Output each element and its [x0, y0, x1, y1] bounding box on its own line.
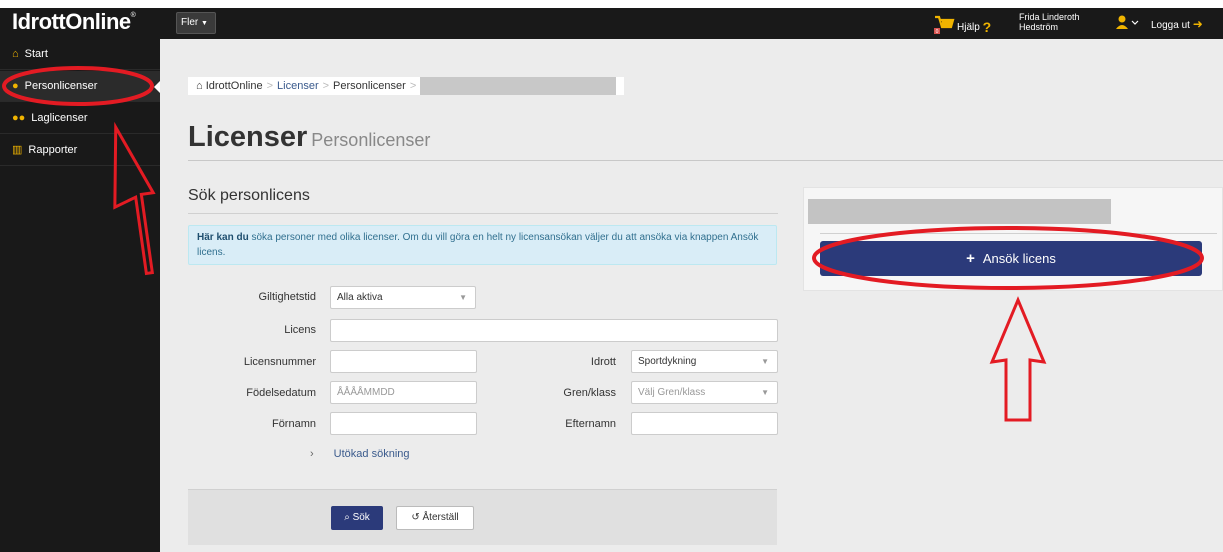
sidebar-item-personlicenser[interactable]: ● Personlicenser [0, 71, 160, 102]
sidebar-item-rapporter[interactable]: ▥ Rapporter [0, 135, 160, 166]
cart-icon[interactable]: 0 [933, 14, 955, 35]
chart-icon: ▥ [12, 144, 23, 156]
breadcrumb-separator: > [322, 80, 330, 92]
gren-klass-select[interactable]: Välj Gren/klass ▼ [631, 381, 778, 404]
apply-panel: + Ansök licens [803, 187, 1223, 291]
logo[interactable]: IdrottOnline® [12, 9, 136, 35]
efternamn-label: Efternamn [565, 418, 616, 430]
redacted-heading [808, 199, 1111, 224]
gren-klass-label: Gren/klass [563, 387, 616, 399]
licensnummer-input[interactable] [330, 350, 477, 373]
expanded-search-toggle[interactable]: › Utökad sökning [310, 448, 410, 460]
giltighetstid-label: Giltighetstid [258, 291, 316, 303]
breadcrumb: ⌂ IdrottOnline > Licenser > Personlicenser > [188, 77, 625, 95]
giltighetstid-select[interactable]: Alla aktiva ▼ [330, 286, 476, 309]
undo-icon: ↺ [411, 512, 420, 523]
licens-label: Licens [284, 324, 316, 336]
chevron-down-icon: ▼ [761, 357, 769, 366]
chevron-down-icon: ▼ [761, 388, 769, 397]
chevron-right-icon: › [310, 448, 314, 460]
idrott-label: Idrott [590, 356, 616, 368]
top-navbar: IdrottOnline® Fler ▼ 0 Hjälp ? Frida Lin… [0, 8, 1223, 39]
breadcrumb-item-idrottonline[interactable]: IdrottOnline [206, 80, 263, 92]
fodelsedatum-label: Födelsedatum [246, 387, 316, 399]
licensnummer-label: Licensnummer [243, 356, 316, 368]
redacted-breadcrumb [420, 77, 617, 95]
page-subtitle: Personlicenser [311, 130, 431, 150]
main-content: ⌂ IdrottOnline > Licenser > Personlicenser > … [160, 39, 1223, 552]
search-panel: Sök personlicens Här kan du söka persone… [188, 187, 778, 265]
plus-icon: + [966, 250, 975, 267]
idrott-select[interactable]: Sportdykning ▼ [631, 350, 778, 373]
logout-icon: ➜ [1192, 17, 1203, 31]
sidebar-item-laglicenser[interactable]: ●● Laglicenser [0, 103, 160, 134]
search-icon: ⌕ [344, 512, 350, 523]
sidebar: ⌂ Start ● Personlicenser ●● Laglicenser ▥ Ra… [0, 39, 160, 552]
page-title: Licenser Personlicenser [188, 121, 431, 153]
caret-down-icon: ▼ [201, 20, 208, 27]
sidebar-item-label: Personlicenser [24, 80, 98, 92]
licens-input[interactable] [330, 319, 778, 342]
reset-button[interactable]: ↺ Återställ [396, 506, 474, 530]
breadcrumb-separator: > [409, 80, 417, 92]
logout-link[interactable]: Logga ut ➜ [1151, 17, 1203, 31]
info-alert: Här kan du söka personer med olika licen… [188, 225, 777, 265]
chevron-down-icon: ▼ [459, 293, 467, 302]
efternamn-input[interactable] [631, 412, 778, 435]
sidebar-item-label: Start [24, 48, 48, 60]
form-actions: ⌕ Sök ↺ Återställ [188, 489, 777, 545]
breadcrumb-item-personlicenser[interactable]: Personlicenser [333, 80, 406, 92]
svg-text:0: 0 [936, 29, 939, 34]
search-title: Sök personlicens [188, 187, 778, 214]
sidebar-item-start[interactable]: ⌂ Start [0, 39, 160, 70]
search-button[interactable]: ⌕ Sök [331, 506, 383, 530]
fler-dropdown[interactable]: Fler ▼ [176, 12, 216, 34]
question-icon: ? [982, 19, 992, 35]
help-link[interactable]: Hjälp ? [957, 17, 992, 35]
divider [188, 160, 1223, 161]
apply-license-button[interactable]: + Ansök licens [820, 241, 1202, 276]
fornamn-label: Förnamn [271, 418, 316, 430]
fornamn-input[interactable] [330, 412, 477, 435]
user-name[interactable]: Frida Linderoth Hedström [1019, 12, 1099, 32]
sidebar-item-label: Laglicenser [31, 112, 88, 124]
breadcrumb-item-licenser[interactable]: Licenser [277, 80, 319, 92]
fodelsedatum-input[interactable]: ÅÅÅÅMMDD [330, 381, 477, 404]
home-icon: ⌂ [12, 48, 19, 60]
divider [820, 233, 1217, 234]
breadcrumb-separator: > [266, 80, 274, 92]
group-icon: ●● [12, 112, 26, 124]
user-menu-icon[interactable] [1116, 15, 1140, 32]
home-icon: ⌂ [196, 80, 203, 92]
sidebar-item-label: Rapporter [28, 144, 78, 156]
user-icon: ● [12, 80, 19, 92]
